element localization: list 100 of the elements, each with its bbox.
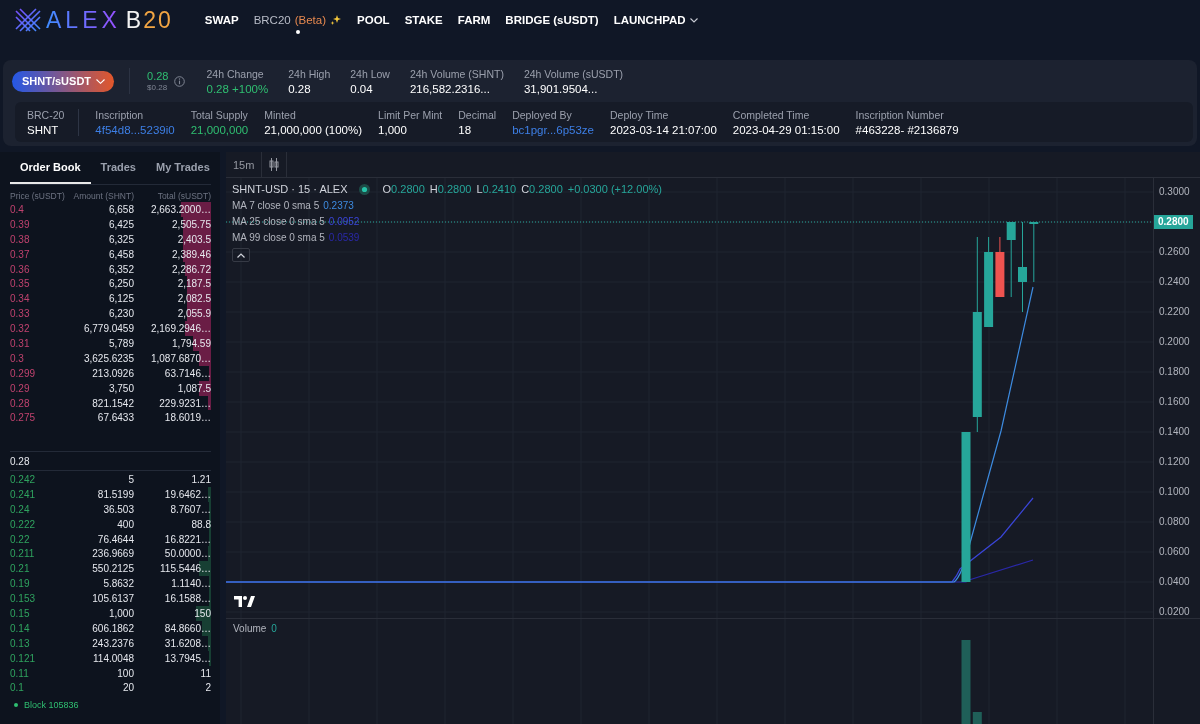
order-row[interactable]: 0.275 67.6433 18.6019… [10,410,211,426]
chevron-up-icon [237,252,245,258]
total-cell-text: 150 [193,607,211,619]
order-row[interactable]: 0.1 20 2 [10,680,211,696]
order-row[interactable]: 0.299 213.0926 63.7146… [10,365,211,381]
total-cell-text: 11 [199,667,211,679]
amount-cell-text: 5 [127,473,134,485]
order-book-tab[interactable]: My Trades [146,152,220,184]
total-cell-text: 50.0000… [163,548,211,560]
field-value: 1,000 [378,123,408,136]
collapse-button[interactable] [232,248,250,262]
status-dot-icon [358,183,370,195]
order-row[interactable]: 0.22 76.4644 16.8221… [10,531,211,547]
mid-price: 0.28 [10,455,30,467]
price-cell-text: 0.29 [10,382,31,394]
order-row[interactable]: 0.121 114.0048 13.7945… [10,650,211,666]
price-cell-text: 0.33 [10,308,31,320]
order-row[interactable]: 0.21 550.2125 115.5446… [10,561,211,577]
order-row[interactable]: 0.33 6,230 2,055.9 [10,306,211,322]
amount-cell-text: 236.9669 [91,548,134,560]
order-row[interactable]: 0.34 6,125 2,082.5 [10,291,211,307]
field-value: 21,000,000 (100%) [264,123,363,136]
nav-item[interactable]: FARM [457,0,491,40]
total-cell-text: 2,082.5 [176,293,211,305]
price-axis-label: 0.2200 [1159,305,1190,319]
total-cell-text: 18.6019… [163,412,211,424]
total-cell-text: 88.8 [190,518,211,530]
indicator-value: 0.0952 [328,215,360,227]
order-row[interactable]: 0.211 236.9669 50.0000… [10,546,211,562]
order-row[interactable]: 0.35 6,250 2,187.5 [10,276,211,292]
order-row[interactable]: 0.241 81.5199 19.6462… [10,486,211,502]
order-row[interactable]: 0.36 6,352 2,286.72 [10,261,211,277]
indicator-name: MA 99 close 0 sma 5 [232,231,325,243]
interval-button[interactable]: 15m [226,152,263,177]
status-dot-icon [14,703,18,707]
field-label: Limit Per Mint [378,108,443,121]
order-row[interactable]: 0.39 6,425 2,505.75 [10,216,211,232]
field-label: Minted [264,108,297,121]
chart-logo-icon[interactable] [234,596,255,607]
amount-cell-text: 400 [116,518,134,530]
info-icon[interactable] [174,75,186,87]
order-row[interactable]: 0.37 6,458 2,389.46 [10,246,211,262]
order-row[interactable]: 0.11 100 11 [10,665,211,681]
price-cell-text: 0.21 [10,563,31,575]
nav-item[interactable]: BRC20 (Beta) [253,0,343,40]
amount-cell-text: 6,658 [107,203,134,215]
price-axis-label: 0.3000 [1159,185,1190,199]
order-row[interactable]: 0.13 243.2376 31.6208… [10,635,211,651]
order-row[interactable]: 0.222 400 88.8 [10,516,211,532]
price-cell-text: 0.38 [10,233,31,245]
field-value: SHNT [27,123,60,136]
price-cell-text: 0.24 [10,503,31,515]
nav-item[interactable]: BRIDGE (sUSDT) [505,0,599,40]
order-row[interactable]: 0.24 36.503 8.7607… [10,501,211,517]
order-row[interactable]: 0.38 6,325 2,403.5 [10,231,211,247]
order-row[interactable]: 0.4 6,658 2,663.2000… [10,202,211,217]
order-row[interactable]: 0.3 3,625.6235 1,087.6870… [10,350,211,366]
price-cell-text: 0.3 [10,352,25,364]
field-value: #463228- #2136879 [855,123,959,136]
symbol-title: SHNT-USD · 15 · ALEX [232,183,348,195]
stat-value: 0.28 +100% [206,82,269,95]
last-price-label: 0.2800 [1154,215,1193,229]
total-cell-text: 2,505.75 [171,218,211,230]
total-cell-text: 1,087.6870… [149,352,211,364]
ohlc-reading: C0.2800 [521,183,563,195]
total-cell-text: 16.8221… [163,533,211,545]
field-label: Deployed By [512,108,573,121]
field-label: Total Supply [190,108,249,121]
stat-value: 0.04 [350,82,374,95]
order-row[interactable]: 0.28 821.1542 229.9231… [10,395,211,411]
nav-item[interactable]: POOL [357,0,390,40]
pair-selector[interactable]: SHNT/sUSDT [12,70,115,92]
price-axis-label: 0.0800 [1159,515,1190,529]
total-cell-text: 31.6208… [163,637,211,649]
ohlc-reading: O0.2800 [382,183,425,195]
amount-cell-text: 550.2125 [91,563,134,575]
order-row[interactable]: 0.29 3,750 1,087.5 [10,380,211,396]
amount-cell-text: 6,458 [107,248,134,260]
order-row[interactable]: 0.14 606.1862 84.8660… [10,620,211,636]
order-row[interactable]: 0.19 5.8632 1.1140… [10,576,211,592]
order-book-tab[interactable]: Trades [90,152,146,184]
nav-item[interactable]: SWAP [204,0,239,40]
field-label: Inscription Number [855,108,945,121]
total-cell-text: 16.1588… [163,593,211,605]
price-cell-text: 0.22 [10,533,31,545]
order-row[interactable]: 0.31 5,789 1,794.59 [10,336,211,351]
order-row[interactable]: 0.153 105.6137 16.1588… [10,591,211,606]
address-link[interactable]: bc1pgr...6p53ze [512,123,594,136]
order-row[interactable]: 0.15 1,000 150 [10,606,211,621]
order-row[interactable]: 0.242 5 1.21 [10,472,211,487]
nav-item[interactable]: LAUNCHPAD [613,0,698,40]
address-link[interactable]: 4f54d8...5239i0 [95,123,175,136]
order-book-tab[interactable]: Order Book [10,152,91,184]
ohlc-reading: L0.2410 [476,183,517,195]
nav-item[interactable]: STAKE [404,0,443,40]
indicator-value: 0.0539 [328,231,360,243]
order-row[interactable]: 0.32 6,779.0459 2,169.2946… [10,321,211,336]
active-dot-icon [295,30,300,34]
price-axis-label: 0.0600 [1159,545,1190,559]
total-cell-text: 115.5446… [159,563,211,575]
